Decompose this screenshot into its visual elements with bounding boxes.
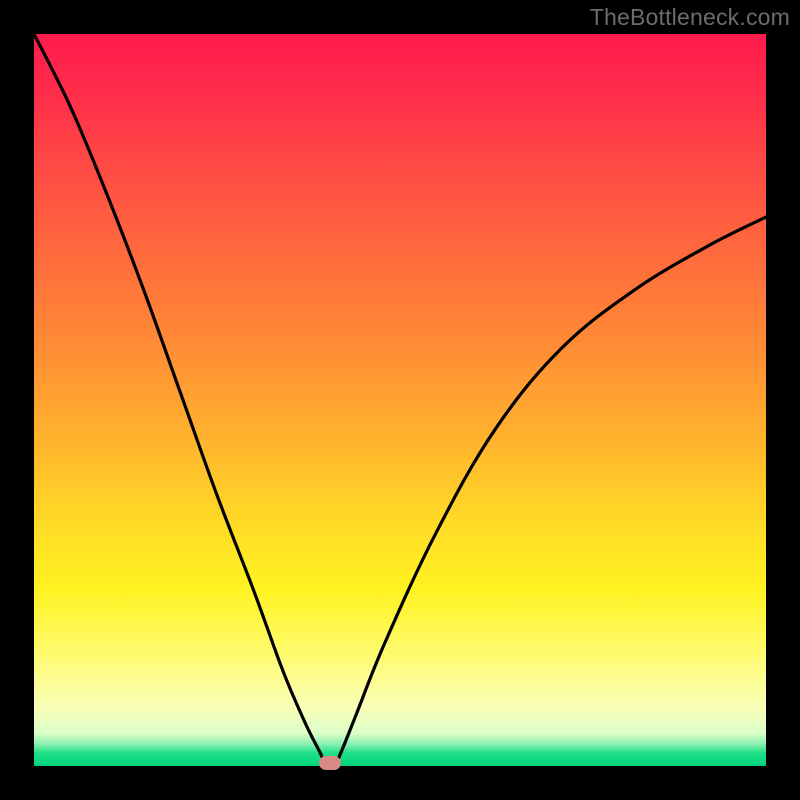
chart-frame: TheBottleneck.com (0, 0, 800, 800)
minimum-marker (319, 756, 341, 770)
watermark-text: TheBottleneck.com (590, 4, 790, 31)
plot-area (34, 34, 766, 766)
bottleneck-curve (34, 34, 766, 766)
